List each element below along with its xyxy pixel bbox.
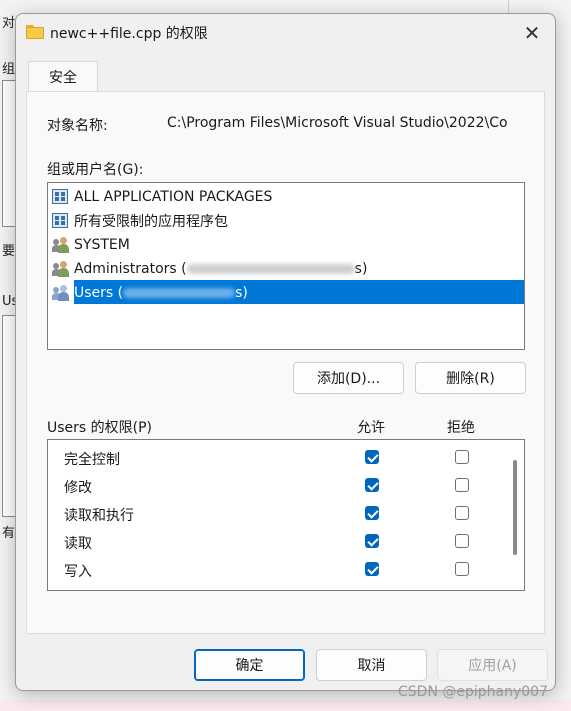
permission-name: 写入 [64,564,92,580]
allow-checkbox[interactable] [365,534,379,548]
object-name-label: 对象名称: [47,118,108,134]
remove-button-label: 删除(R) [446,371,495,387]
watermark: CSDN @epiphany007 [398,684,548,700]
package-icon [52,189,70,205]
user-list[interactable]: ALL APPLICATION PACKAGES 所有受限制的应用程序包 SYS… [47,182,525,350]
user-name: Users (s) [74,285,248,301]
permissions-list[interactable]: 完全控制 修改 读取和执行 读取 写入 [47,439,525,591]
deny-checkbox[interactable] [455,450,469,464]
object-path: C:\Program Files\Microsoft Visual Studio… [167,115,508,131]
users-icon [52,237,70,253]
add-button[interactable]: 添加(D)... [293,362,404,394]
table-row: 写入 [48,557,508,585]
background-label: 对 [2,16,16,31]
list-item[interactable]: ALL APPLICATION PACKAGES [52,186,272,208]
list-item[interactable]: SYSTEM [52,234,130,256]
background-label: 有 [2,526,16,541]
tab-security[interactable]: 安全 [28,61,98,92]
tab-strip: 安全 [26,61,547,92]
deny-checkbox[interactable] [455,534,469,548]
table-row: 读取和执行 [48,501,508,529]
permission-name: 读取 [64,536,92,552]
background-label: 要 [2,244,16,259]
background-label: 组 [2,62,16,77]
table-row: 读取 [48,529,508,557]
permissions-label: Users 的权限(P) [47,420,153,436]
users-icon [52,261,70,277]
deny-checkbox[interactable] [455,506,469,520]
users-icon [52,285,70,301]
close-button[interactable]: ✕ [512,18,552,48]
user-name: SYSTEM [74,237,130,253]
background-bottom-bar [0,700,571,711]
cancel-button[interactable]: 取消 [316,649,427,681]
table-row: 完全控制 [48,445,508,473]
remove-button[interactable]: 删除(R) [415,362,526,394]
permissions-dialog: newc++file.cpp 的权限 ✕ 安全 对象名称: C:\Program… [15,13,556,691]
user-name: ALL APPLICATION PACKAGES [74,189,273,205]
permission-name: 修改 [64,480,92,496]
allow-checkbox[interactable] [365,506,379,520]
user-name: Administrators (s) [74,261,368,277]
user-name: 所有受限制的应用程序包 [74,214,228,230]
list-item[interactable]: 所有受限制的应用程序包 [52,210,228,232]
group-list-label: 组或用户名(G): [47,162,144,178]
allow-checkbox[interactable] [365,590,379,591]
apply-button-label: 应用(A) [468,658,517,674]
table-row: 修改 [48,473,508,501]
allow-checkbox[interactable] [365,478,379,492]
dialog-title: newc++file.cpp 的权限 [50,26,208,42]
redacted-text [123,288,236,298]
redacted-text [186,264,355,274]
allow-column-header: 允许 [357,420,385,436]
security-panel: 对象名称: C:\Program Files\Microsoft Visual … [26,91,545,634]
cancel-button-label: 取消 [357,658,386,674]
background-list [2,80,16,227]
allow-checkbox[interactable] [365,562,379,576]
title-bar[interactable]: newc++file.cpp 的权限 ✕ [16,14,555,52]
permission-name: 完全控制 [64,452,120,468]
tab-label: 安全 [49,70,77,86]
package-icon [52,213,70,229]
table-row-partial [48,585,508,591]
folder-icon [26,25,44,39]
scrollbar-thumb[interactable] [513,460,517,555]
permission-name: 读取和执行 [64,508,134,524]
close-icon: ✕ [523,21,541,45]
ok-button[interactable]: 确定 [194,649,305,681]
allow-checkbox[interactable] [365,450,379,464]
add-button-label: 添加(D)... [316,371,381,387]
deny-column-header: 拒绝 [447,420,475,436]
deny-checkbox[interactable] [455,562,469,576]
ok-button-label: 确定 [235,658,264,674]
apply-button[interactable]: 应用(A) [437,649,548,681]
background-list [2,315,16,517]
list-item[interactable]: Administrators (s) [52,258,367,280]
deny-checkbox[interactable] [455,590,469,591]
list-item-selected[interactable]: Users (s) [52,282,248,304]
deny-checkbox[interactable] [455,478,469,492]
